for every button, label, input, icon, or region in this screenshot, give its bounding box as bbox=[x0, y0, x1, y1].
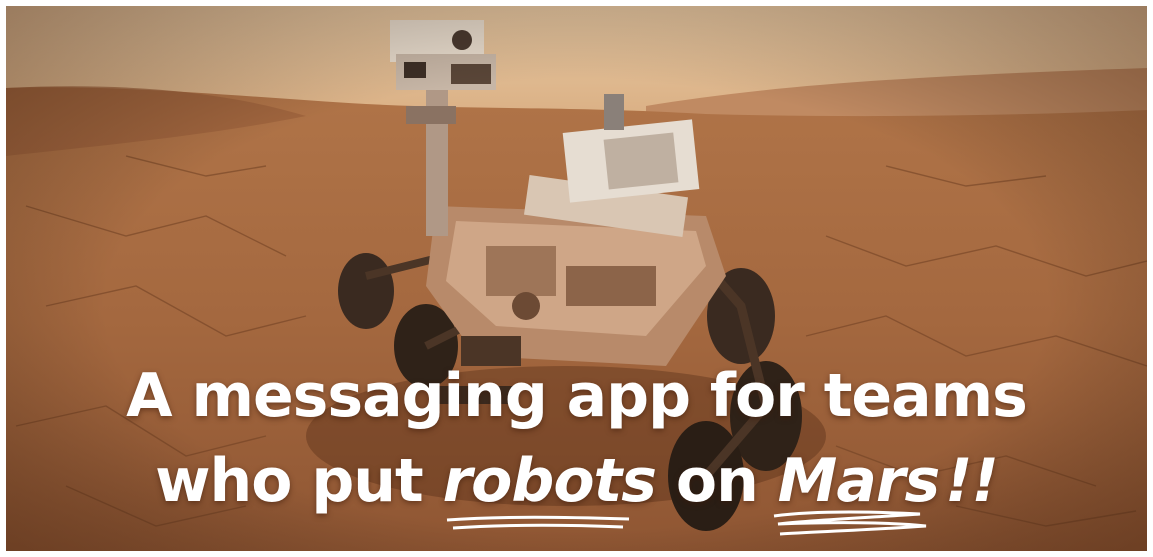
hero-banner: A messaging app for teams who put robots… bbox=[6, 6, 1147, 551]
headline-mid: on bbox=[655, 446, 778, 516]
headline-line-1: A messaging app for teams bbox=[126, 361, 1028, 431]
mars-text: Mars bbox=[777, 446, 940, 516]
headline-emph-robots: robots bbox=[442, 446, 657, 530]
exclamation-marks: !! bbox=[945, 446, 999, 516]
headline-prefix: who put bbox=[155, 446, 443, 516]
headline-emph-mars: Mars bbox=[773, 446, 940, 536]
headline-line-2: who put robots on Mars!! bbox=[6, 446, 1147, 536]
robots-text: robots bbox=[442, 446, 657, 516]
